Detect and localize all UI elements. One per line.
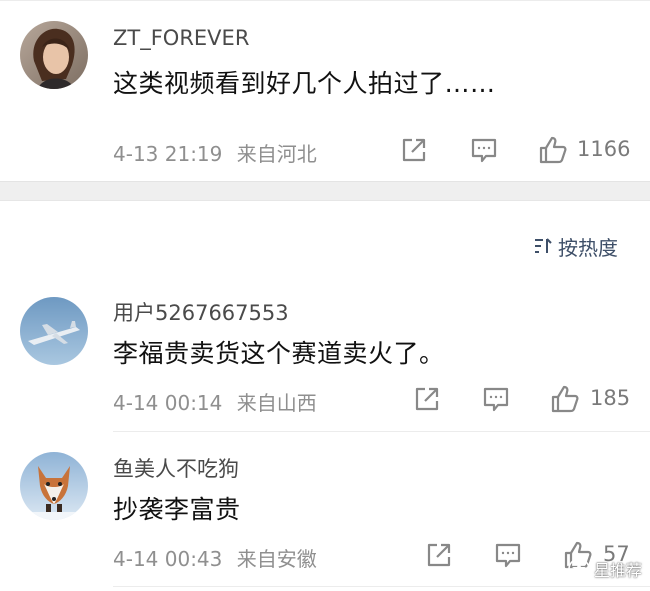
- like-count: 1166: [577, 137, 631, 161]
- fox-icon: [20, 452, 88, 520]
- username[interactable]: ZT_FOREVER: [113, 26, 249, 50]
- comment-text: 李福贵卖货这个赛道卖火了。: [113, 339, 445, 368]
- time: 4-14 00:43: [113, 547, 223, 571]
- watermark-text: 星推荐: [593, 561, 642, 580]
- comment-divider: [113, 431, 650, 432]
- top-divider: [0, 0, 650, 1]
- section-separator: [0, 181, 650, 201]
- woman-portrait-icon: [20, 21, 88, 89]
- share-icon[interactable]: [423, 539, 455, 571]
- timestamp: 4-14 00:43 来自安徽: [113, 543, 317, 572]
- sort-icon: [535, 238, 552, 253]
- watermark: 星推荐: [568, 557, 642, 581]
- airplane-icon: [20, 297, 88, 365]
- share-icon[interactable]: [411, 383, 443, 415]
- timestamp: 4-14 00:14 来自山西: [113, 387, 317, 416]
- comment-icon[interactable]: [492, 539, 524, 571]
- sort-button[interactable]: 按热度: [532, 232, 618, 260]
- time: 4-14 00:14: [113, 391, 223, 415]
- username[interactable]: 鱼美人不吃狗: [113, 453, 239, 483]
- thumbs-up-icon[interactable]: [549, 383, 581, 415]
- comment-icon[interactable]: [480, 383, 512, 415]
- avatar[interactable]: [20, 21, 88, 89]
- like-count: 185: [590, 386, 631, 410]
- comment-text: 抄袭李富贵: [113, 495, 241, 524]
- location: 来自山西: [236, 391, 317, 415]
- thumbs-up-icon[interactable]: [537, 134, 569, 166]
- comment-text: 这类视频看到好几个人拍过了……: [113, 69, 496, 98]
- sort-label: 按热度: [558, 235, 618, 260]
- star-logo-icon: [568, 558, 590, 580]
- timestamp: 4-13 21:19 来自河北: [113, 138, 317, 167]
- comment-divider: [113, 586, 650, 587]
- username[interactable]: 用户5267667553: [113, 297, 289, 327]
- time: 4-13 21:19: [113, 142, 223, 166]
- share-icon[interactable]: [398, 134, 430, 166]
- location: 来自安徽: [236, 547, 317, 571]
- location: 来自河北: [236, 142, 317, 166]
- avatar[interactable]: [20, 452, 88, 520]
- avatar[interactable]: [20, 297, 88, 365]
- comment-icon[interactable]: [468, 134, 500, 166]
